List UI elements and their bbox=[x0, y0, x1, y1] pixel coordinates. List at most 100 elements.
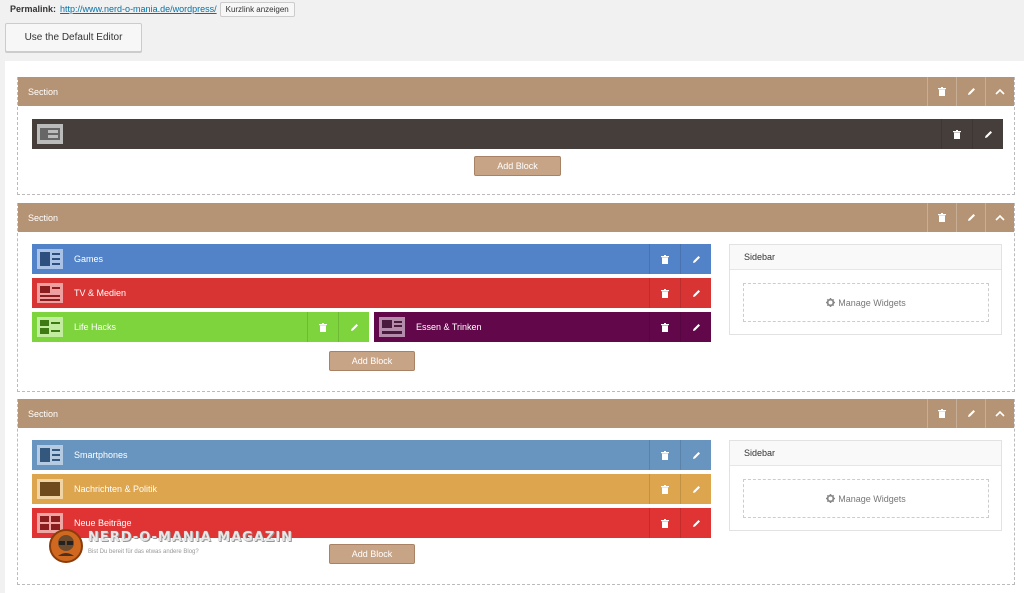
trash-icon bbox=[661, 288, 669, 298]
block-edit-button[interactable] bbox=[680, 278, 711, 308]
add-block-button[interactable]: Add Block bbox=[474, 156, 561, 176]
trash-icon bbox=[661, 322, 669, 332]
block-dark[interactable] bbox=[32, 119, 1003, 149]
block-tv-medien[interactable]: TV & Medien bbox=[32, 278, 711, 308]
section-header[interactable]: Section bbox=[18, 203, 1014, 232]
pencil-icon bbox=[350, 323, 358, 331]
block-edit-button[interactable] bbox=[972, 119, 1003, 149]
section-collapse-button[interactable] bbox=[985, 77, 1014, 106]
section-delete-button[interactable] bbox=[927, 77, 956, 106]
section-title: Section bbox=[28, 86, 59, 97]
trash-icon bbox=[938, 213, 946, 222]
trash-icon bbox=[661, 484, 669, 494]
section-1: Section Add Block bbox=[17, 77, 1015, 195]
chevron-up-icon bbox=[995, 214, 1005, 221]
pencil-icon bbox=[967, 410, 975, 417]
watermark-tagline: Bist Du bereit für das etwas andere Blog… bbox=[88, 549, 199, 555]
sidebar-widget-area: Sidebar Manage Widgets bbox=[729, 244, 1002, 335]
section-edit-button[interactable] bbox=[956, 77, 985, 106]
trash-icon bbox=[938, 87, 946, 96]
section-2: Section Games TV & Medien Life Hacks Ess… bbox=[17, 203, 1015, 392]
pencil-icon bbox=[967, 214, 975, 221]
pencil-icon bbox=[967, 88, 975, 95]
section-edit-button[interactable] bbox=[956, 399, 985, 428]
section-collapse-button[interactable] bbox=[985, 203, 1014, 232]
pencil-icon bbox=[692, 255, 700, 263]
section-delete-button[interactable] bbox=[927, 399, 956, 428]
use-default-editor-button[interactable]: Use the Default Editor bbox=[5, 23, 142, 52]
trash-icon bbox=[953, 129, 961, 139]
block-name: Neue Beiträge bbox=[74, 518, 132, 528]
watermark-title: NERD-O-MANIA MAGAZIN bbox=[88, 530, 294, 545]
chevron-up-icon bbox=[995, 410, 1005, 417]
section-collapse-button[interactable] bbox=[985, 399, 1014, 428]
section-header[interactable]: Section bbox=[18, 399, 1014, 428]
pencil-icon bbox=[692, 451, 700, 459]
layout-thumbnail-icon bbox=[37, 479, 63, 499]
block-edit-button[interactable] bbox=[680, 474, 711, 504]
manage-widgets-button[interactable]: Manage Widgets bbox=[743, 283, 989, 322]
chevron-up-icon bbox=[995, 88, 1005, 95]
layout-thumbnail-icon bbox=[379, 317, 405, 337]
mascot-logo-icon bbox=[49, 529, 83, 563]
layout-thumbnail-icon bbox=[37, 124, 63, 144]
block-smartphones[interactable]: Smartphones bbox=[32, 440, 711, 470]
layout-thumbnail-icon bbox=[37, 283, 63, 303]
trash-icon bbox=[661, 450, 669, 460]
block-name: Smartphones bbox=[74, 450, 128, 460]
manage-widgets-button[interactable]: Manage Widgets bbox=[743, 479, 989, 518]
block-delete-button[interactable] bbox=[649, 440, 680, 470]
block-delete-button[interactable] bbox=[649, 474, 680, 504]
layout-thumbnail-icon bbox=[37, 317, 63, 337]
block-delete-button[interactable] bbox=[307, 312, 338, 342]
block-games[interactable]: Games bbox=[32, 244, 711, 274]
section-edit-button[interactable] bbox=[956, 203, 985, 232]
block-nachrichten-politik[interactable]: Nachrichten & Politik bbox=[32, 474, 711, 504]
sidebar-title: Sidebar bbox=[730, 245, 1001, 270]
block-delete-button[interactable] bbox=[649, 312, 680, 342]
watermark-logo: NERD-O-MANIA MAGAZIN Bist Du bereit für … bbox=[48, 528, 292, 564]
block-name: Essen & Trinken bbox=[416, 322, 482, 332]
block-edit-button[interactable] bbox=[338, 312, 369, 342]
trash-icon bbox=[938, 409, 946, 418]
section-title: Section bbox=[28, 408, 59, 419]
trash-icon bbox=[661, 254, 669, 264]
block-edit-button[interactable] bbox=[680, 440, 711, 470]
trash-icon bbox=[661, 518, 669, 528]
block-life-hacks[interactable]: Life Hacks bbox=[32, 312, 369, 342]
block-essen-trinken[interactable]: Essen & Trinken bbox=[374, 312, 711, 342]
block-name: Nachrichten & Politik bbox=[74, 484, 158, 494]
section-title: Section bbox=[28, 212, 59, 223]
shortlink-button[interactable]: Kurzlink anzeigen bbox=[219, 1, 295, 17]
section-header[interactable]: Section bbox=[18, 77, 1014, 106]
layout-thumbnail-icon bbox=[37, 249, 63, 269]
block-edit-button[interactable] bbox=[680, 244, 711, 274]
section-delete-button[interactable] bbox=[927, 203, 956, 232]
block-delete-button[interactable] bbox=[649, 278, 680, 308]
block-edit-button[interactable] bbox=[680, 312, 711, 342]
block-delete-button[interactable] bbox=[941, 119, 972, 149]
manage-widgets-label: Manage Widgets bbox=[838, 297, 906, 308]
block-delete-button[interactable] bbox=[649, 244, 680, 274]
pencil-icon bbox=[692, 323, 700, 331]
block-delete-button[interactable] bbox=[649, 508, 680, 538]
block-edit-button[interactable] bbox=[680, 508, 711, 538]
block-name: TV & Medien bbox=[74, 288, 127, 298]
gear-icon bbox=[826, 298, 836, 307]
block-name: Life Hacks bbox=[74, 322, 117, 332]
sidebar-title: Sidebar bbox=[730, 441, 1001, 466]
pencil-icon bbox=[692, 485, 700, 493]
sidebar-widget-area: Sidebar Manage Widgets bbox=[729, 440, 1002, 531]
manage-widgets-label: Manage Widgets bbox=[838, 493, 906, 504]
permalink-url-link[interactable]: http://www.nerd-o-mania.de/wordpress/ bbox=[60, 4, 217, 14]
add-block-button[interactable]: Add Block bbox=[329, 351, 415, 371]
permalink-row: Permalink: http://www.nerd-o-mania.de/wo… bbox=[10, 1, 295, 17]
pencil-icon bbox=[692, 519, 700, 527]
pencil-icon bbox=[692, 289, 700, 297]
add-block-button[interactable]: Add Block bbox=[329, 544, 415, 564]
gear-icon bbox=[826, 494, 836, 503]
block-name: Games bbox=[74, 254, 104, 264]
pencil-icon bbox=[984, 130, 992, 138]
trash-icon bbox=[319, 322, 327, 332]
layout-thumbnail-icon bbox=[37, 445, 63, 465]
